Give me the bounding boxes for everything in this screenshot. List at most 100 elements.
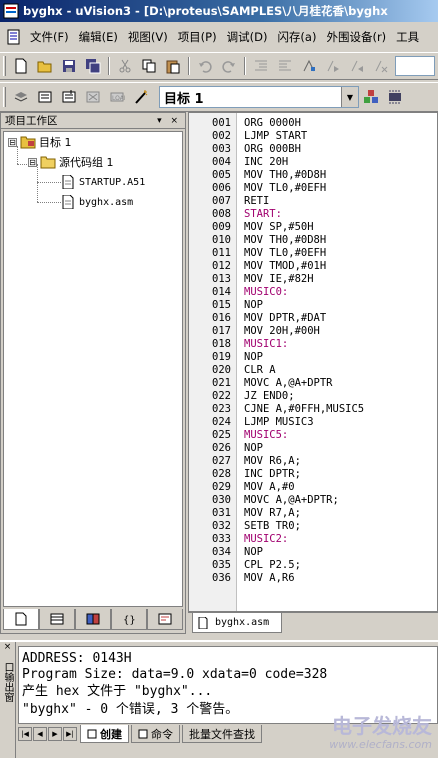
code-line[interactable]: 035 CPL P2.5; bbox=[189, 559, 301, 572]
first-tab-icon[interactable]: |◀ bbox=[18, 727, 32, 741]
tree-expander[interactable]: ⊟ bbox=[28, 157, 37, 167]
code-line[interactable]: 003 ORG 000BH bbox=[189, 143, 301, 156]
menu-file[interactable]: 文件(F) bbox=[25, 29, 74, 45]
editor-tab-byghx[interactable]: byghx.asm bbox=[192, 613, 282, 633]
code-line[interactable]: 034 NOP bbox=[189, 546, 263, 559]
code-line[interactable]: 033 MUSIC2: bbox=[189, 533, 288, 546]
tab-files[interactable] bbox=[3, 609, 39, 630]
bookmark-button[interactable] bbox=[299, 56, 319, 76]
code-line[interactable]: 023 CJNE A,#0FFH,MUSIC5 bbox=[189, 403, 364, 416]
menu-peripherals[interactable]: 外围设备(r) bbox=[321, 29, 391, 45]
code-line[interactable]: 027 MOV R6,A; bbox=[189, 455, 301, 468]
tree-node-source-group[interactable]: ⊟ 源代码组 1 bbox=[28, 154, 114, 170]
tab-find-in-files[interactable]: 批量文件查找 bbox=[182, 725, 262, 743]
components-button[interactable] bbox=[361, 87, 381, 107]
code-line[interactable]: 006 MOV TL0,#0EFH bbox=[189, 182, 326, 195]
prev-bookmark-button[interactable] bbox=[347, 56, 367, 76]
menu-view[interactable]: 视图(V) bbox=[123, 29, 173, 45]
code-line[interactable]: 008 START: bbox=[189, 208, 282, 221]
code-line[interactable]: 029 MOV A,#0 bbox=[189, 481, 295, 494]
templates-icon bbox=[158, 613, 172, 625]
tab-registers[interactable] bbox=[39, 609, 75, 630]
code-line[interactable]: 001 ORG 0000H bbox=[189, 117, 301, 130]
document-icon[interactable] bbox=[6, 29, 22, 45]
code-line[interactable]: 028 INC DPTR; bbox=[189, 468, 301, 481]
unindent-button[interactable] bbox=[275, 56, 295, 76]
undo-button[interactable] bbox=[195, 56, 215, 76]
code-line[interactable]: 031 MOV R7,A; bbox=[189, 507, 301, 520]
code-line[interactable]: 025 MUSIC5: bbox=[189, 429, 288, 442]
code-line[interactable]: 010 MOV TH0,#0D8H bbox=[189, 234, 326, 247]
next-bookmark-button[interactable] bbox=[323, 56, 343, 76]
code-line[interactable]: 016 MOV DPTR,#DAT bbox=[189, 312, 326, 325]
code-line[interactable]: 013 MOV IE,#82H bbox=[189, 273, 314, 286]
code-line[interactable]: 005 MOV TH0,#0D8H bbox=[189, 169, 326, 182]
code-line[interactable]: 026 NOP bbox=[189, 442, 263, 455]
tab-books[interactable] bbox=[75, 609, 111, 630]
clear-bookmarks-button[interactable] bbox=[371, 56, 391, 76]
code-line[interactable]: 007 RETI bbox=[189, 195, 269, 208]
find-input[interactable] bbox=[395, 56, 435, 76]
rebuild-all-button[interactable] bbox=[59, 87, 79, 107]
code-line[interactable]: 018 MUSIC1: bbox=[189, 338, 288, 351]
tree-node-startup-file[interactable]: STARTUP.A51 bbox=[60, 175, 145, 189]
code-line[interactable]: 017 MOV 20H,#00H bbox=[189, 325, 320, 338]
chevron-down-icon[interactable]: ▼ bbox=[341, 87, 358, 107]
target-select[interactable]: 目标 1 ▼ bbox=[159, 86, 359, 108]
code-editor[interactable]: 001 ORG 0000H 002 LJMP START 003 ORG 000BH 004… bbox=[188, 112, 438, 612]
code-line[interactable]: 011 MOV TL0,#0EFH bbox=[189, 247, 326, 260]
menu-flash[interactable]: 闪存(a) bbox=[272, 29, 321, 45]
cut-button[interactable] bbox=[115, 56, 135, 76]
last-tab-icon[interactable]: ▶| bbox=[63, 727, 77, 741]
code-line[interactable]: 014 MUSIC0: bbox=[189, 286, 288, 299]
code-line[interactable]: 012 MOV TMOD,#01H bbox=[189, 260, 326, 273]
redo-button[interactable] bbox=[219, 56, 239, 76]
close-icon[interactable]: × bbox=[4, 642, 12, 652]
indent-button[interactable] bbox=[251, 56, 271, 76]
target-options-button[interactable] bbox=[131, 87, 151, 107]
new-file-button[interactable] bbox=[11, 56, 31, 76]
tab-build[interactable]: 创建 bbox=[80, 725, 129, 743]
code-line[interactable]: 009 MOV SP,#50H bbox=[189, 221, 314, 234]
menu-tools[interactable]: 工具 bbox=[391, 29, 424, 45]
code-line[interactable]: 022 JZ END0; bbox=[189, 390, 295, 403]
code-line[interactable]: 030 MOVC A,@A+DPTR; bbox=[189, 494, 339, 507]
open-file-button[interactable] bbox=[35, 56, 55, 76]
build-target-button[interactable] bbox=[35, 87, 55, 107]
paste-button[interactable] bbox=[163, 56, 183, 76]
tree-node-asm-file[interactable]: byghx.asm bbox=[60, 195, 133, 209]
menu-edit[interactable]: 编辑(E) bbox=[74, 29, 123, 45]
code-line[interactable]: 020 CLR A bbox=[189, 364, 276, 377]
stop-build-button[interactable] bbox=[83, 87, 103, 107]
tree-node-target[interactable]: ⊟ 目标 1 bbox=[8, 134, 72, 150]
code-line[interactable]: 024 LJMP MUSIC3 bbox=[189, 416, 314, 429]
prev-tab-icon[interactable]: ◀ bbox=[33, 727, 47, 741]
copy-button[interactable] bbox=[139, 56, 159, 76]
menu-project[interactable]: 项目(P) bbox=[173, 29, 222, 45]
tab-command[interactable]: 命令 bbox=[131, 725, 180, 743]
books-button[interactable] bbox=[385, 87, 405, 107]
code-line[interactable]: 004 INC 20H bbox=[189, 156, 288, 169]
pane-controls[interactable]: ▾ × bbox=[157, 116, 181, 126]
code-line[interactable]: 032 SETB TR0; bbox=[189, 520, 301, 533]
code-text: NOP bbox=[244, 351, 263, 363]
line-number: 031 bbox=[212, 507, 231, 519]
tree-expander[interactable]: ⊟ bbox=[8, 137, 17, 147]
next-tab-icon[interactable]: ▶ bbox=[48, 727, 62, 741]
line-number: 013 bbox=[212, 273, 231, 285]
save-all-button[interactable] bbox=[83, 56, 103, 76]
tab-templates[interactable] bbox=[147, 609, 183, 630]
toolbar-grip[interactable] bbox=[3, 56, 6, 76]
menu-debug[interactable]: 调试(D) bbox=[222, 29, 273, 45]
code-line[interactable]: 015 NOP bbox=[189, 299, 263, 312]
download-button[interactable]: LOAD bbox=[107, 87, 127, 107]
code-line[interactable]: 021 MOVC A,@A+DPTR bbox=[189, 377, 332, 390]
toolbar-grip[interactable] bbox=[3, 87, 6, 107]
tab-functions[interactable]: {} bbox=[111, 609, 147, 630]
code-line[interactable]: 002 LJMP START bbox=[189, 130, 307, 143]
code-line[interactable]: 036 MOV A,R6 bbox=[189, 572, 295, 585]
save-button[interactable] bbox=[59, 56, 79, 76]
command-tab-icon bbox=[138, 729, 148, 738]
translate-button[interactable] bbox=[11, 87, 31, 107]
code-line[interactable]: 019 NOP bbox=[189, 351, 263, 364]
